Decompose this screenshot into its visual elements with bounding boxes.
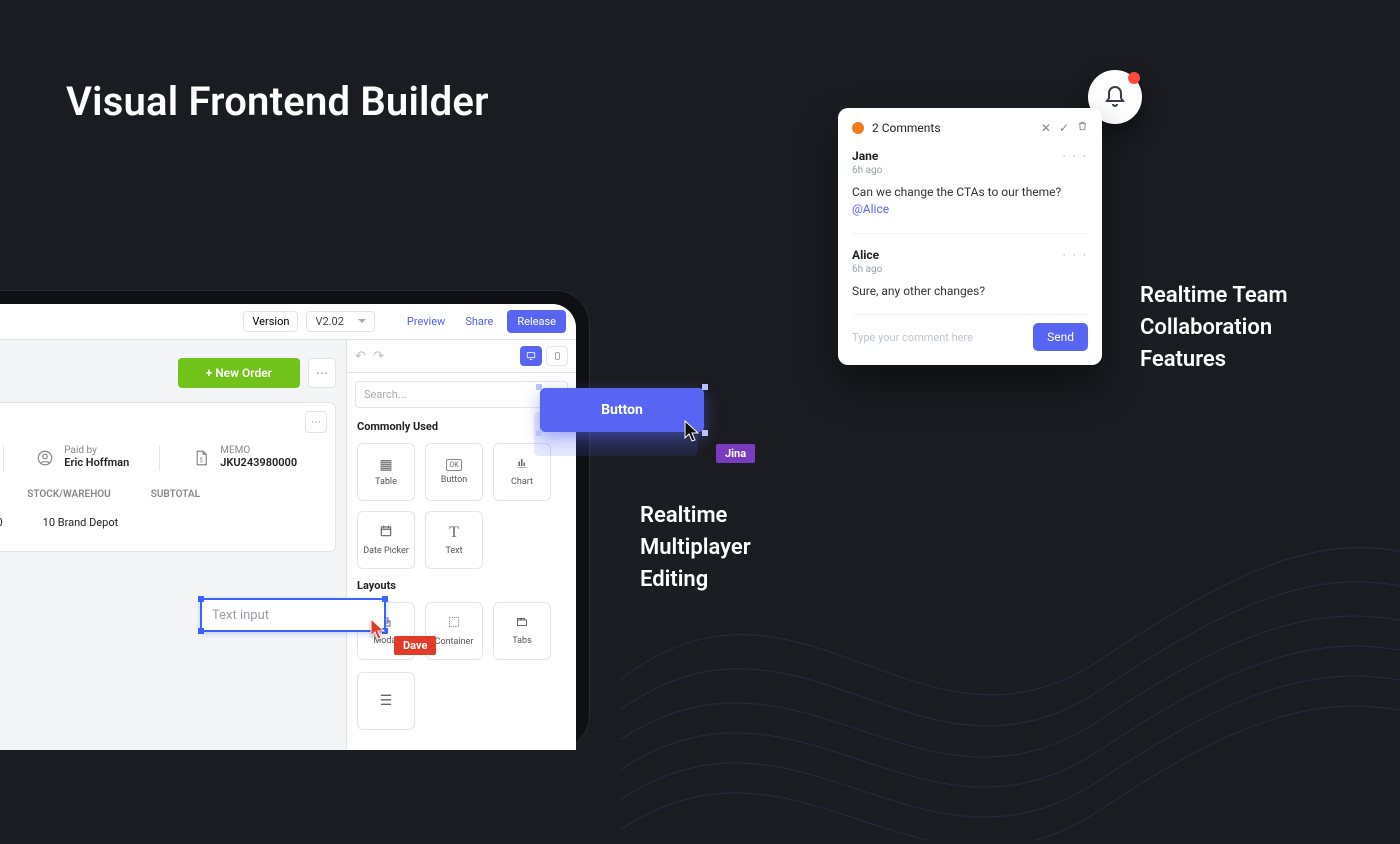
container-icon xyxy=(447,615,461,633)
send-button[interactable]: Send xyxy=(1033,323,1088,351)
page-title: Visual Frontend Builder xyxy=(66,78,489,125)
tile-extra[interactable]: ☰ xyxy=(357,672,415,730)
button-icon: OK xyxy=(446,459,461,471)
caption-multiplayer: Realtime Multiplayer Editing xyxy=(640,500,751,596)
delete-icon[interactable] xyxy=(1077,120,1088,135)
builder-screen: Version V2.02 Preview Share Release + Ne… xyxy=(0,304,576,750)
tile-table[interactable]: ▦Table xyxy=(357,443,415,501)
section-layouts: Layouts xyxy=(347,575,576,596)
tile-button[interactable]: OKButton xyxy=(425,443,483,501)
desktop-view-button[interactable] xyxy=(520,346,542,366)
card-overflow-button[interactable]: ⋯ xyxy=(305,411,327,433)
list-icon: ☰ xyxy=(380,693,393,709)
preview-link[interactable]: Preview xyxy=(401,312,451,331)
new-order-button[interactable]: + New Order xyxy=(178,358,300,388)
bell-icon xyxy=(1103,85,1127,109)
comment-input[interactable]: Type your comment here xyxy=(852,331,1025,344)
cell-stock: 10 Brand Depot xyxy=(43,516,119,529)
tabs-icon xyxy=(515,616,529,632)
col-stock: STOCK/WAREHOU xyxy=(27,489,110,500)
selected-text-input[interactable]: Text input xyxy=(200,598,386,632)
user-tag-jina: Jina xyxy=(716,444,755,463)
text-icon: T xyxy=(449,524,459,542)
chart-icon xyxy=(515,457,529,473)
comment-time: 6h ago xyxy=(852,264,1088,275)
comment-body: Can we change the CTAs to our theme? xyxy=(852,185,1061,199)
comment-item: Alice · · · 6h ago Sure, any other change… xyxy=(852,234,1088,315)
resolve-icon[interactable]: ✓ xyxy=(1059,121,1069,135)
memo-label: MEMO xyxy=(220,445,297,456)
comments-title: 2 Comments xyxy=(872,121,941,135)
table-row: 88.00 10 Brand Depot xyxy=(0,506,323,539)
cell-cost: 88.00 xyxy=(0,516,3,529)
comment-status-dot xyxy=(852,122,864,134)
comment-body: Sure, any other changes? xyxy=(852,284,985,298)
order-card: ⋯ 7 Paid byEric Hoffman $ MEMOJKU2439800… xyxy=(0,402,336,552)
document-icon: $ xyxy=(190,445,212,471)
undo-redo-icon[interactable]: ↶ ↷ xyxy=(355,349,386,364)
caption-collab: Realtime Team Collaboration Features xyxy=(1140,280,1288,376)
comment-more-button[interactable]: · · · xyxy=(1063,248,1088,262)
release-button[interactable]: Release xyxy=(507,310,566,333)
tile-tabs[interactable]: Tabs xyxy=(493,602,551,660)
comments-panel: 2 Comments ✕ ✓ Jane · · · 6h ago Can we c… xyxy=(838,108,1102,365)
calendar-icon xyxy=(379,524,393,542)
version-select[interactable]: V2.02 xyxy=(306,311,374,332)
user-tag-dave: Dave xyxy=(394,636,436,655)
table-icon: ▦ xyxy=(379,457,392,473)
comment-time: 6h ago xyxy=(852,165,1088,176)
mobile-view-button[interactable] xyxy=(546,346,568,366)
comment-item: Jane · · · 6h ago Can we change the CTAs … xyxy=(852,135,1088,234)
builder-device-frame: Version V2.02 Preview Share Release + Ne… xyxy=(0,290,590,750)
builder-canvas[interactable]: + New Order ⋯ ⋯ 7 Paid byEric Hoffman xyxy=(0,340,346,750)
person-icon xyxy=(34,445,56,471)
comment-more-button[interactable]: · · · xyxy=(1063,149,1088,163)
tile-text[interactable]: TText xyxy=(425,511,483,569)
paid-by-label: Paid by xyxy=(64,445,129,456)
memo-value: JKU243980000 xyxy=(220,456,297,469)
builder-topbar: Version V2.02 Preview Share Release xyxy=(0,304,576,340)
comment-author: Alice xyxy=(852,248,879,262)
col-subtotal: SUBTOTAL xyxy=(151,489,200,500)
tile-datepicker[interactable]: Date Picker xyxy=(357,511,415,569)
svg-text:$: $ xyxy=(200,457,204,464)
version-label: Version xyxy=(243,311,298,332)
close-icon[interactable]: ✕ xyxy=(1041,121,1051,135)
dragged-button[interactable]: Button xyxy=(540,388,704,432)
canvas-overflow-button[interactable]: ⋯ xyxy=(308,358,336,388)
comment-mention[interactable]: @Alice xyxy=(852,202,889,216)
share-link[interactable]: Share xyxy=(459,312,499,331)
paid-by-value: Eric Hoffman xyxy=(64,456,129,469)
notification-badge xyxy=(1128,72,1140,84)
comment-author: Jane xyxy=(852,149,878,163)
